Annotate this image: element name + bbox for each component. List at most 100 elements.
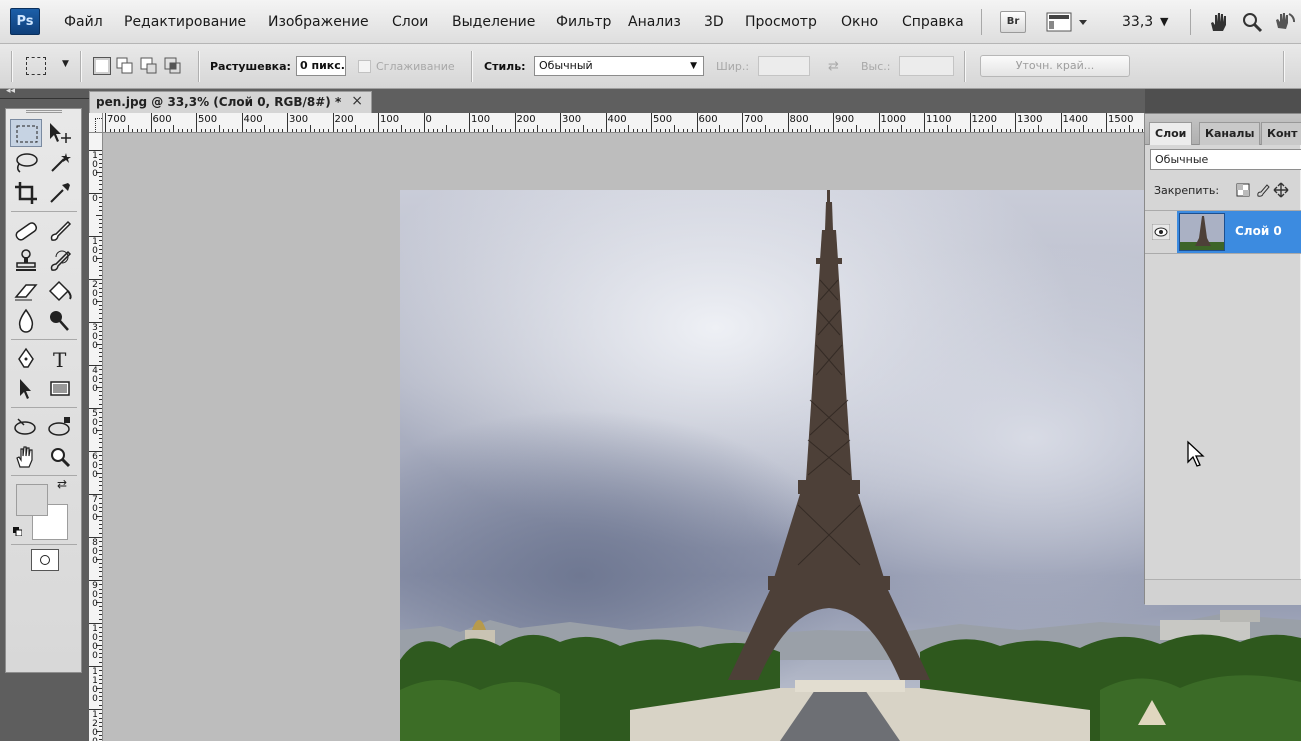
pen-tool[interactable]	[10, 345, 42, 373]
zoom-dropdown-icon[interactable]: ▼	[1160, 15, 1168, 28]
magic-wand-tool[interactable]	[44, 149, 76, 177]
menu-view[interactable]: Просмотр	[745, 14, 817, 30]
ruler-label: 1000	[92, 624, 98, 661]
preset-dropdown-icon[interactable]: ▼	[62, 59, 69, 69]
foreground-color-swatch[interactable]	[16, 484, 48, 516]
layer-selected[interactable]: Слой 0	[1177, 211, 1301, 253]
tools-separator	[11, 339, 77, 340]
rectangular-marquee-tool[interactable]	[10, 119, 42, 147]
style-value: Обычный	[539, 59, 593, 72]
tools-panel-header[interactable]: ◂◂	[0, 86, 89, 99]
refine-edge-button[interactable]: Уточн. край...	[980, 55, 1130, 77]
ruler-label: 700	[744, 114, 764, 125]
tab-channels[interactable]: Каналы	[1199, 122, 1261, 145]
menu-analysis[interactable]: Анализ	[628, 14, 681, 30]
lock-transparent-icon[interactable]	[1235, 182, 1251, 198]
blur-tool[interactable]	[10, 307, 42, 335]
antialias-checkbox[interactable]	[358, 60, 371, 73]
ruler-tick	[878, 113, 880, 132]
ruler-minor-tick	[764, 125, 766, 132]
horizontal-ruler[interactable]: 700 600 500 400 300 200 100 0 100 200 300 400 500 600…	[89, 113, 1145, 133]
subtract-from-selection-icon[interactable]	[140, 57, 158, 75]
lock-position-icon[interactable]	[1273, 182, 1289, 198]
add-to-selection-icon[interactable]	[116, 57, 134, 75]
ruler-label: 100	[380, 114, 400, 125]
lasso-tool[interactable]	[10, 149, 42, 177]
paint-bucket-tool[interactable]	[44, 277, 76, 305]
clone-stamp-tool[interactable]	[10, 247, 42, 275]
ruler-minor-tick	[309, 125, 311, 132]
ruler-label: 200	[516, 114, 536, 125]
tab-paths[interactable]: Конт	[1261, 122, 1301, 145]
swap-colors-icon[interactable]: ⇄	[57, 477, 67, 491]
style-select[interactable]: Обычный ▼	[534, 56, 704, 76]
screen-mode-icon[interactable]	[1045, 10, 1093, 34]
ruler-minor-tick	[264, 125, 266, 132]
ruler-label: 1100	[92, 667, 98, 704]
layer-name: Слой 0	[1235, 224, 1282, 238]
menu-separator	[981, 9, 982, 35]
ruler-origin[interactable]	[89, 113, 103, 133]
move-tool[interactable]	[44, 119, 76, 147]
ruler-label: 100	[92, 237, 98, 265]
3d-orbit-tool[interactable]	[44, 413, 76, 441]
menu-edit[interactable]: Редактирование	[124, 14, 246, 30]
marquee-preset-icon[interactable]	[26, 57, 46, 75]
width-input[interactable]	[758, 56, 810, 76]
ruler-label: 0	[92, 194, 98, 204]
menu-window[interactable]: Окно	[841, 14, 878, 30]
close-document-icon[interactable]: ×	[351, 93, 363, 109]
visibility-eye-icon[interactable]	[1151, 223, 1171, 241]
default-colors-icon[interactable]	[13, 525, 23, 537]
layer-row[interactable]: Слой 0	[1145, 210, 1301, 254]
type-tool[interactable]: T	[44, 345, 76, 373]
height-input[interactable]	[899, 56, 954, 76]
path-selection-tool[interactable]	[10, 375, 42, 403]
menu-3d[interactable]: 3D	[704, 14, 724, 30]
swap-icon[interactable]: ⇄	[828, 59, 839, 74]
eraser-tool[interactable]	[10, 277, 42, 305]
menu-select[interactable]: Выделение	[452, 14, 535, 30]
tab-layers[interactable]: Слои	[1149, 122, 1193, 145]
menu-help[interactable]: Справка	[902, 14, 964, 30]
width-label: Шир.:	[716, 60, 750, 73]
brush-tool[interactable]	[44, 217, 76, 245]
menu-layers[interactable]: Слои	[392, 14, 428, 30]
lock-image-icon[interactable]	[1255, 182, 1271, 198]
feather-input[interactable]: 0 пикс.	[296, 56, 346, 76]
crop-tool[interactable]	[10, 179, 42, 207]
quick-mask-button[interactable]	[31, 549, 59, 571]
eyedropper-tool[interactable]	[44, 179, 76, 207]
zoom-level[interactable]: 33,3	[1122, 14, 1153, 30]
menu-image[interactable]: Изображение	[268, 14, 369, 30]
height-label: Выс.:	[861, 60, 891, 73]
ruler-tick	[105, 113, 106, 132]
history-brush-tool[interactable]	[44, 247, 76, 275]
quick-mask-icon	[40, 555, 50, 565]
ruler-minor-tick	[582, 125, 584, 132]
zoom-tool[interactable]	[44, 443, 76, 471]
zoom-icon[interactable]	[1240, 10, 1264, 34]
tools-separator	[11, 407, 77, 408]
collapse-icon[interactable]: ◂◂	[6, 86, 15, 96]
document-tab[interactable]: pen.jpg @ 33,3% (Слой 0, RGB/8#) * ×	[89, 91, 372, 113]
intersect-selection-icon[interactable]	[164, 57, 182, 75]
ruler-label: 800	[92, 538, 98, 566]
hand-icon[interactable]	[1206, 10, 1230, 34]
ruler-label: 700	[92, 495, 98, 523]
rectangle-tool[interactable]	[44, 375, 76, 403]
new-selection-icon[interactable]	[93, 57, 111, 75]
healing-brush-tool[interactable]	[10, 217, 42, 245]
options-separator	[471, 51, 472, 82]
rotate-view-icon[interactable]	[1272, 10, 1296, 34]
3d-rotate-tool[interactable]	[10, 413, 42, 441]
menu-file[interactable]: Файл	[64, 14, 103, 30]
ruler-label: 900	[835, 114, 855, 125]
dodge-tool[interactable]	[44, 307, 76, 335]
vertical-ruler[interactable]: 1000100200300400500600700800900100011001…	[89, 133, 103, 741]
menu-filter[interactable]: Фильтр	[556, 14, 611, 30]
blend-mode-select[interactable]: Обычные	[1150, 149, 1301, 170]
bridge-button[interactable]: Br	[1000, 11, 1026, 33]
hand-tool[interactable]	[10, 443, 42, 471]
ruler-label: 900	[92, 581, 98, 609]
